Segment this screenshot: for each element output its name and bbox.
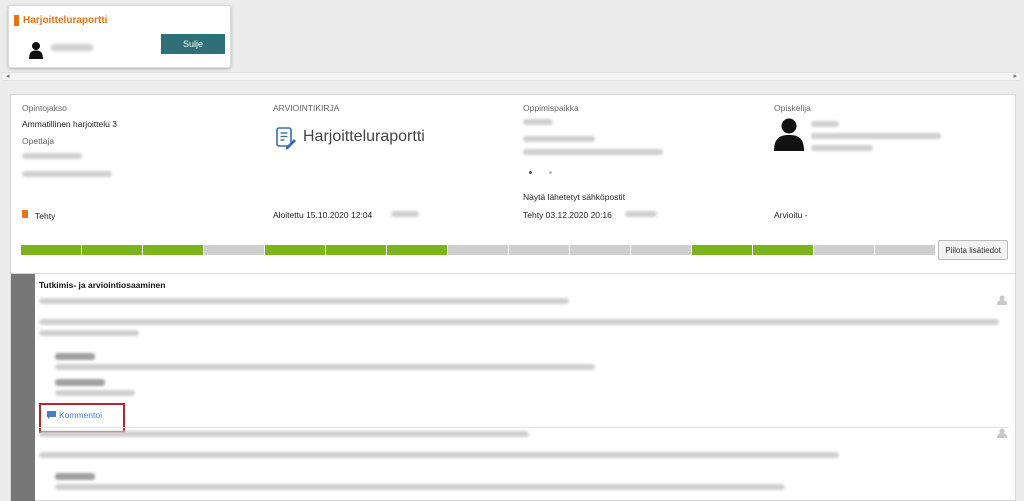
popup-user-name-blurred — [51, 44, 93, 51]
popup-accent-marker — [14, 15, 19, 26]
user-avatar-icon — [29, 42, 43, 59]
progress-segment-todo — [814, 245, 874, 255]
status-text: Tehty — [35, 211, 56, 221]
comment-text-blurred — [55, 390, 135, 396]
commenter-name-blurred — [55, 473, 95, 480]
section-title: Tutkimis- ja arviointiosaaminen — [39, 280, 166, 290]
progress-segment-done — [21, 245, 81, 255]
course-label: Opintojakso — [22, 103, 67, 113]
student-label: Opiskelija — [774, 103, 811, 113]
workplace-name-blurred — [523, 119, 553, 125]
scroll-left-icon[interactable]: ◂ — [6, 73, 10, 81]
document-type-label: ARVIOINTIKIRJA — [273, 103, 340, 113]
teacher-email-blurred — [22, 171, 112, 177]
evaluated-status: Arvioitu - — [774, 210, 808, 220]
document-title: Harjoitteluraportti — [303, 128, 425, 145]
commenter-name-blurred — [55, 379, 105, 386]
scroll-right-icon[interactable]: ▸ — [1013, 73, 1017, 81]
question-text-blurred — [39, 298, 569, 304]
status-indicator — [22, 210, 28, 218]
completed-date: Tehty 03.12.2020 20:16 — [523, 210, 612, 220]
progress-bar — [21, 245, 935, 255]
progress-segment-todo — [509, 245, 569, 255]
progress-segment-todo — [875, 245, 935, 255]
report-popup: Harjoitteluraportti Sulje — [8, 5, 231, 68]
student-email-blurred — [811, 133, 941, 139]
progress-segment-todo — [631, 245, 691, 255]
answer-text-line-blurred — [39, 330, 139, 336]
student-phone-blurred — [811, 145, 873, 151]
answer-divider — [39, 427, 1009, 428]
started-date: Aloitettu 15.10.2020 12:04 — [273, 210, 373, 220]
carousel-dot-active[interactable] — [529, 171, 532, 174]
progress-segment-todo — [570, 245, 630, 255]
progress-segment-done — [753, 245, 813, 255]
answer-text-line-blurred — [39, 452, 839, 458]
progress-segment-done — [326, 245, 386, 255]
user-icon — [997, 428, 1007, 438]
hide-details-button[interactable]: Piilota lisätiedot — [938, 240, 1008, 260]
progress-segment-todo — [448, 245, 508, 255]
course-value: Ammatillinen harjoittelu 3 — [22, 119, 117, 129]
progress-segment-done — [265, 245, 325, 255]
started-by-blurred — [391, 211, 419, 217]
student-avatar-icon — [774, 118, 804, 151]
teacher-name-blurred — [22, 153, 82, 159]
progress-segment-done — [692, 245, 752, 255]
horizontal-scrollbar[interactable]: ◂ ▸ — [3, 72, 1020, 81]
commenter-name-blurred — [55, 353, 95, 360]
progress-segment-done — [82, 245, 142, 255]
carousel-dot[interactable] — [549, 171, 552, 174]
report-document-icon — [276, 127, 296, 150]
completed-by-blurred — [625, 211, 657, 217]
student-name-blurred — [811, 121, 839, 127]
question-text-blurred — [39, 431, 529, 437]
teacher-label: Opettaja — [22, 136, 55, 146]
comment-text-blurred — [55, 364, 595, 370]
popup-title: Harjoitteluraportti — [23, 15, 108, 26]
close-button[interactable]: Sulje — [161, 34, 225, 54]
workplace-label: Oppimispaikka — [523, 103, 579, 113]
answer-text-line-blurred — [39, 319, 999, 325]
progress-segment-todo — [204, 245, 264, 255]
comment-text-blurred — [55, 484, 785, 490]
section-side-bar — [11, 274, 35, 501]
workplace-contact-blurred — [523, 136, 595, 142]
report-info-card: Opintojakso Ammatillinen harjoittelu 3 O… — [10, 94, 1016, 274]
workplace-address-blurred — [523, 149, 663, 155]
progress-segment-done — [143, 245, 203, 255]
user-icon — [997, 295, 1007, 305]
comment-highlight-box — [39, 403, 125, 433]
progress-segment-done — [387, 245, 447, 255]
show-sent-emails-link[interactable]: Näytä lähetetyt sähköpostit — [523, 192, 625, 202]
evaluation-section: Tutkimis- ja arviointiosaaminen Kommento… — [10, 274, 1016, 501]
